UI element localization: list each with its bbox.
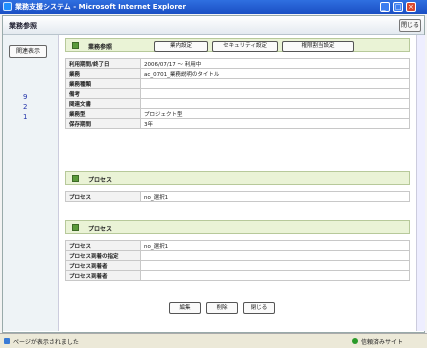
row-label: 備考 [65, 88, 141, 99]
process-table: プロセス no_選択1 [65, 191, 410, 202]
table-row: 業務 ac_0701_業務説明のタイトル [65, 68, 410, 79]
trusted-zone-icon [352, 338, 358, 344]
related-display-button[interactable]: 関連表示 [9, 45, 47, 58]
row-label: プロセス [65, 240, 141, 251]
left-link[interactable]: 1 [23, 113, 27, 121]
table-row: プロセス到着者 [65, 260, 410, 271]
row-value: 3年 [140, 118, 410, 129]
process-detail-table: プロセス no_選択1 プロセス到着の指定 プロセス到着者 プロセス到着者 [65, 240, 410, 281]
close-button[interactable]: 閉じる [243, 302, 275, 314]
page-icon [4, 338, 10, 344]
table-row: プロセス no_選択1 [65, 240, 410, 251]
row-label: プロセス到着者 [65, 260, 141, 271]
row-value [140, 260, 410, 271]
row-label: 関連文書 [65, 98, 141, 109]
table-row: 保存期間 3年 [65, 118, 410, 129]
row-value: 2006/07/17 ～ 利用中 [140, 58, 410, 69]
section-header: 業務参照 業内設定 セキュリティ設定 権限割当設定 [65, 38, 410, 52]
close-button[interactable]: × [406, 2, 416, 12]
row-value [140, 270, 410, 281]
table-row: プロセス no_選択1 [65, 191, 410, 202]
row-value: プロジェクト型 [140, 108, 410, 119]
permission-settings-button[interactable]: 権限割当設定 [282, 41, 354, 52]
page-title: 業務参照 [9, 22, 37, 30]
row-label: プロセス到着の指定 [65, 250, 141, 261]
row-value [140, 250, 410, 261]
row-value [140, 98, 410, 109]
section-label: 業務参照 [88, 44, 113, 51]
maximize-button[interactable]: □ [393, 2, 403, 12]
section-checkbox-icon [72, 224, 79, 231]
table-row: 関連文書 [65, 98, 410, 109]
table-row: 業務種類 [65, 78, 410, 89]
page-header: 業務参照 閉じる [3, 16, 424, 35]
vertical-scrollbar[interactable] [416, 35, 425, 331]
browser-window: 業務支援システム - Microsoft Internet Explorer _… [0, 0, 427, 348]
delete-button[interactable]: 削除 [206, 302, 238, 314]
row-label: 利用期間/終了日 [65, 58, 141, 69]
row-value: ac_0701_業務説明のタイトル [140, 68, 410, 79]
close-page-button[interactable]: 閉じる [399, 19, 421, 32]
left-link[interactable]: 2 [23, 103, 27, 111]
title-bar: 業務支援システム - Microsoft Internet Explorer _… [0, 0, 427, 14]
internal-settings-button[interactable]: 業内設定 [154, 41, 208, 52]
table-row: 利用期間/終了日 2006/07/17 ～ 利用中 [65, 58, 410, 69]
status-text: ページが表示されました [13, 339, 79, 346]
row-value [140, 88, 410, 99]
section-header: プロセス [65, 220, 410, 234]
row-label: 保存期間 [65, 118, 141, 129]
section-checkbox-icon [72, 42, 79, 49]
edit-button[interactable]: 編集 [169, 302, 201, 314]
row-label: 業務種類 [65, 78, 141, 89]
row-value: no_選択1 [140, 191, 410, 202]
minimize-button[interactable]: _ [380, 2, 390, 12]
ie-icon [3, 2, 12, 11]
section-label: プロセス [88, 226, 113, 233]
section-label: プロセス [88, 177, 113, 184]
left-link[interactable]: 9 [23, 93, 27, 101]
row-label: 業務型 [65, 108, 141, 119]
section-header: プロセス [65, 171, 410, 185]
row-value: no_選択1 [140, 240, 410, 251]
status-bar: ページが表示されました 信頼済みサイト [0, 333, 427, 348]
table-row: プロセス到着者 [65, 270, 410, 281]
row-value [140, 78, 410, 89]
table-row: プロセス到着の指定 [65, 250, 410, 261]
left-pane: 関連表示 9 2 1 [3, 35, 59, 331]
table-row: 備考 [65, 88, 410, 99]
page-content: 業務参照 閉じる 関連表示 9 2 1 業務参照 業内設定 セキュリティ設定 権… [2, 15, 425, 333]
row-label: プロセス到着者 [65, 270, 141, 281]
zone-text: 信頼済みサイト [361, 339, 404, 346]
window-title: 業務支援システム - Microsoft Internet Explorer [15, 3, 186, 11]
row-label: プロセス [65, 191, 141, 202]
section-checkbox-icon [72, 175, 79, 182]
business-table: 利用期間/終了日 2006/07/17 ～ 利用中 業務 ac_0701_業務説明のタ… [65, 58, 410, 129]
security-settings-button[interactable]: セキュリティ設定 [212, 41, 278, 52]
row-label: 業務 [65, 68, 141, 79]
table-row: 業務型 プロジェクト型 [65, 108, 410, 119]
